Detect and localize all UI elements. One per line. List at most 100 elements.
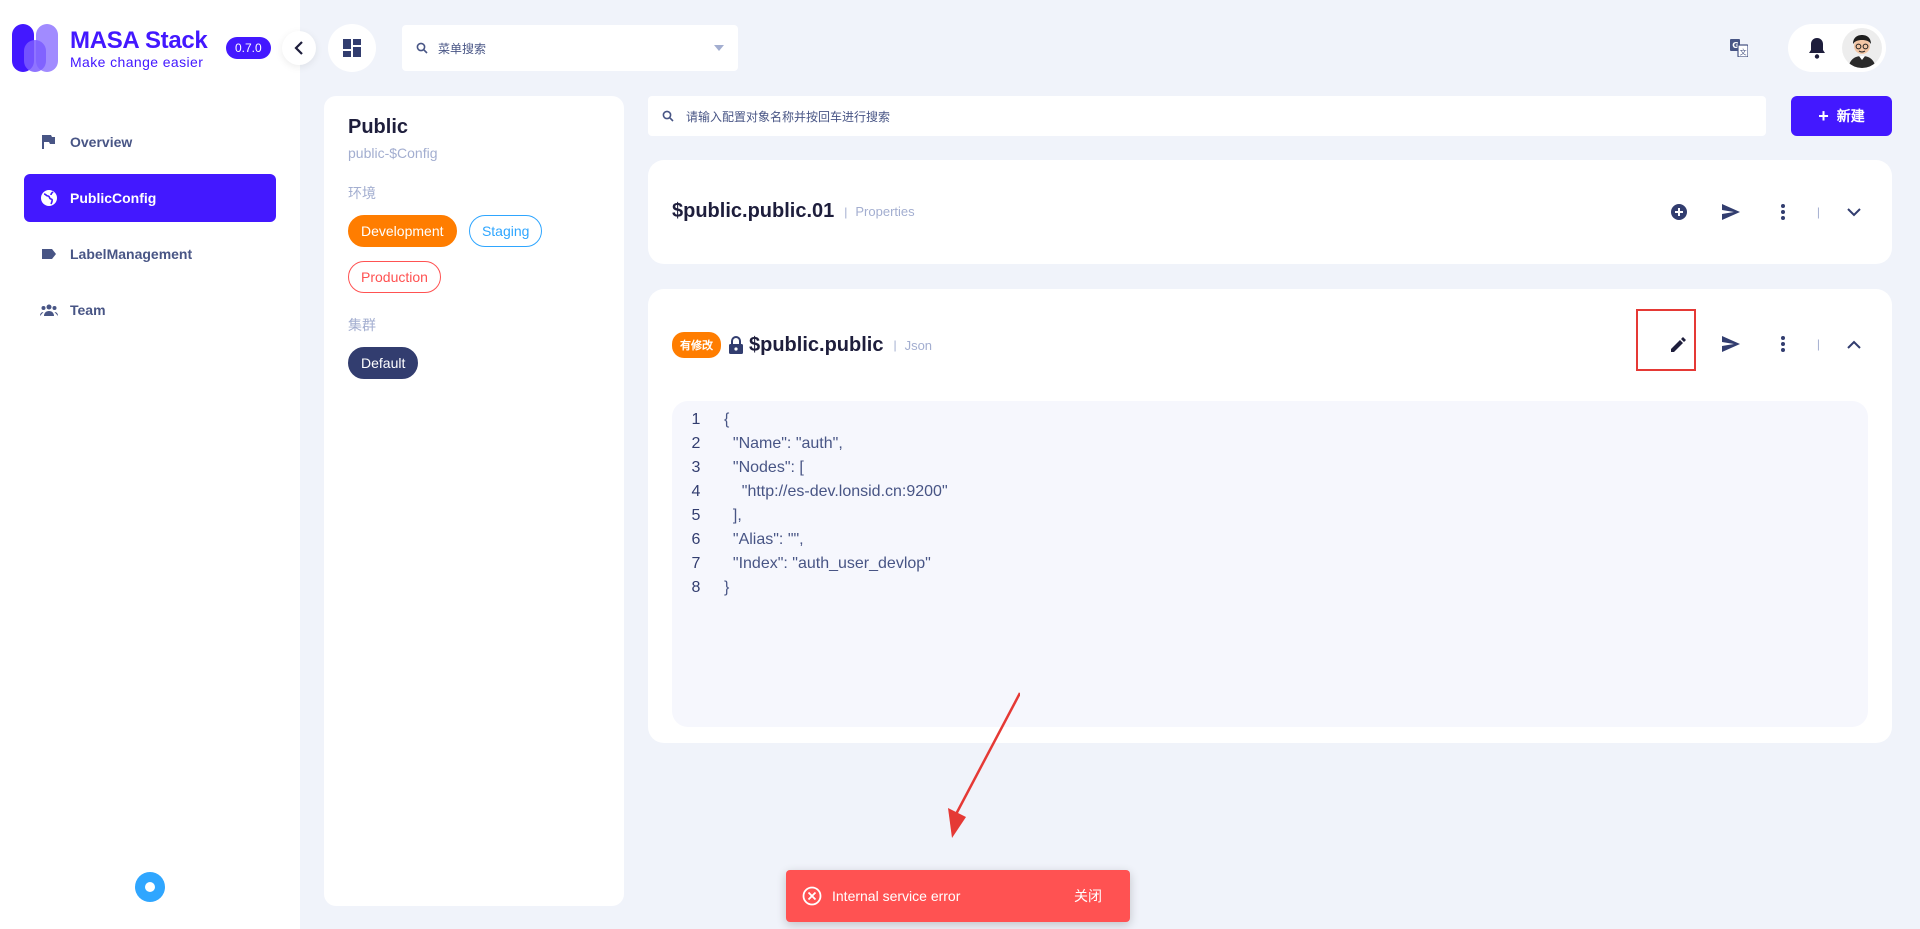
collapse-sidebar-button[interactable]	[282, 31, 316, 65]
env-chip-production[interactable]: Production	[348, 261, 441, 293]
separator: |	[844, 204, 848, 219]
code-line: 7 "Index": "auth_user_devlop"	[672, 552, 1868, 576]
panel-title: Public	[348, 116, 409, 138]
label-icon	[40, 245, 58, 263]
collapse-button[interactable]	[1836, 326, 1872, 362]
code-line: 1{	[672, 408, 1868, 432]
bell-icon[interactable]	[1808, 37, 1826, 59]
send-icon	[1721, 336, 1740, 352]
code-line: 3 "Nodes": [	[672, 456, 1868, 480]
brand: MASA Stack Make change easier	[70, 27, 208, 71]
dropdown-arrow-icon[interactable]	[714, 45, 724, 51]
sidebar-item-labelmanagement[interactable]: LabelManagement	[24, 230, 276, 278]
line-text: {	[724, 411, 730, 428]
line-text: "Name": "auth",	[724, 435, 843, 452]
config-card-header: 有修改 $public.public | Json	[672, 332, 932, 358]
add-button[interactable]	[1661, 194, 1697, 230]
app-detail-panel: Public public-$Config 环境 Development Sta…	[324, 96, 624, 906]
line-number: 8	[691, 579, 701, 596]
masa-logo	[12, 24, 58, 72]
svg-text:文: 文	[1740, 48, 1747, 57]
line-number: 2	[691, 435, 701, 452]
config-format: Properties	[855, 204, 915, 219]
env-chip-staging[interactable]: Staging	[468, 215, 543, 247]
cluster-chip-group: Default	[348, 347, 600, 393]
code-line: 2 "Name": "auth",	[672, 432, 1868, 456]
line-text: "Alias": "",	[724, 531, 804, 548]
cluster-label: 集群	[348, 317, 376, 333]
brand-title: MASA Stack	[70, 27, 208, 54]
sidebar-item-publicconfig[interactable]: PublicConfig	[24, 174, 276, 222]
modified-badge: 有修改	[672, 332, 721, 358]
plus-icon: +	[1818, 105, 1829, 126]
code-line: 4 "http://es-dev.lonsid.cn:9200"	[672, 480, 1868, 504]
env-chip-development[interactable]: Development	[348, 215, 457, 247]
sidebar: MASA Stack Make change easier 0.7.0 Over…	[0, 0, 300, 929]
search-icon	[662, 110, 674, 122]
config-format: Json	[904, 337, 933, 353]
expand-button[interactable]	[1836, 194, 1872, 230]
lock-icon	[729, 336, 743, 354]
add-circle-icon	[1670, 204, 1687, 220]
new-config-label: 新建	[1836, 108, 1865, 124]
toast-close-button[interactable]: 关闭	[1062, 880, 1114, 912]
line-text: "http://es-dev.lonsid.cn:9200"	[724, 483, 948, 500]
config-name: $public.public.01	[672, 200, 835, 222]
code-line: 8}	[672, 576, 1868, 600]
dashboard-button[interactable]	[328, 24, 376, 72]
status-dot-button[interactable]	[135, 872, 165, 902]
line-number: 5	[691, 507, 701, 524]
error-toast: Internal service error 关闭	[786, 870, 1130, 922]
version-badge: 0.7.0	[226, 37, 271, 59]
annotation-highlight-box	[1636, 309, 1696, 371]
translate-icon: G文	[1730, 39, 1748, 57]
panel-subtitle: public-$Config	[348, 145, 438, 161]
flag-icon	[40, 133, 58, 151]
sidebar-item-label: PublicConfig	[70, 190, 157, 206]
annotation-arrow	[948, 692, 1020, 838]
sidebar-item-overview[interactable]: Overview	[24, 118, 276, 166]
line-text: }	[724, 579, 730, 596]
release-button[interactable]	[1713, 194, 1749, 230]
line-text: ],	[724, 507, 742, 524]
line-text: "Index": "auth_user_devlop"	[724, 555, 931, 572]
code-line: 5 ],	[672, 504, 1868, 528]
globe-icon	[40, 189, 58, 207]
sidebar-nav: Overview PublicConfig LabelManagement Te…	[24, 118, 276, 342]
line-text: "Nodes": [	[724, 459, 804, 476]
more-button[interactable]	[1765, 326, 1801, 362]
config-card: 有修改 $public.public | Json | 1{ 2 "Name":…	[648, 289, 1892, 743]
menu-search-placeholder: 菜单搜索	[438, 41, 487, 56]
send-icon	[1721, 204, 1740, 220]
chevron-left-icon	[294, 41, 303, 55]
menu-search-input[interactable]: 菜单搜索	[402, 25, 738, 71]
error-icon	[802, 886, 822, 906]
config-actions: |	[1645, 194, 1872, 230]
separator: |	[893, 338, 897, 352]
config-card: $public.public.01 | Properties |	[648, 160, 1892, 264]
config-search-input[interactable]: 请输入配置对象名称并按回车进行搜索	[648, 96, 1766, 136]
new-config-button[interactable]: + 新建	[1791, 96, 1892, 136]
more-vertical-icon	[1780, 336, 1785, 352]
translate-button[interactable]: G文	[1722, 32, 1756, 64]
divider: |	[1816, 337, 1820, 351]
user-menu	[1788, 24, 1886, 72]
code-line: 6 "Alias": "",	[672, 528, 1868, 552]
config-card-header: $public.public.01 | Properties	[672, 200, 915, 223]
release-button[interactable]	[1713, 326, 1749, 362]
line-number: 4	[691, 483, 701, 500]
env-label: 环境	[348, 185, 376, 201]
sidebar-item-label: Team	[70, 302, 106, 318]
chevron-up-icon	[1847, 340, 1861, 349]
code-editor[interactable]: 1{ 2 "Name": "auth", 3 "Nodes": [ 4 "htt…	[672, 401, 1868, 727]
env-chip-group: Development Staging Production	[348, 215, 600, 307]
line-number: 6	[691, 531, 701, 548]
sidebar-item-team[interactable]: Team	[24, 286, 276, 334]
divider: |	[1816, 205, 1820, 219]
line-number: 1	[691, 411, 701, 428]
cluster-chip-default[interactable]: Default	[348, 347, 419, 379]
avatar[interactable]	[1842, 28, 1882, 68]
chevron-down-icon	[1847, 207, 1861, 216]
sidebar-item-label: Overview	[70, 134, 133, 150]
more-button[interactable]	[1765, 194, 1801, 230]
